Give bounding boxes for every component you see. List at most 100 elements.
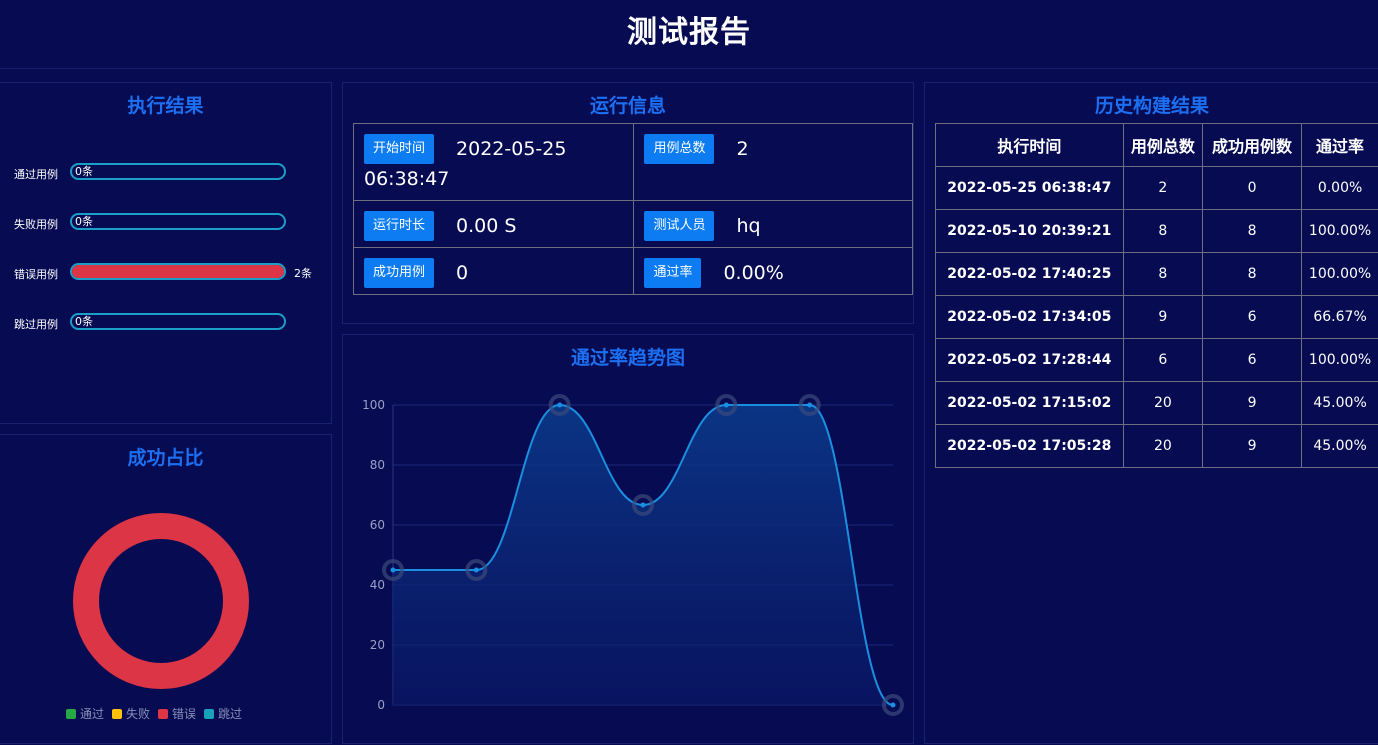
execution-row: 通过用例 0条 <box>0 163 330 185</box>
data-point[interactable] <box>891 703 896 708</box>
history-cell: 6 <box>1203 339 1302 382</box>
page-title: 测试报告 <box>0 0 1378 69</box>
y-tick-label: 100 <box>362 398 385 412</box>
table-row: 2022-05-02 17:40:2588100.00% <box>936 253 1378 296</box>
table-row: 2022-05-02 17:15:0220945.00% <box>936 382 1378 425</box>
legend-label: 跳过 <box>218 707 242 721</box>
progress-count: 0条 <box>75 215 93 228</box>
history-table: 执行时间用例总数成功用例数通过率2022-05-25 06:38:47200.0… <box>935 123 1378 468</box>
legend-label: 通过 <box>80 707 104 721</box>
history-cell: 8 <box>1123 253 1202 296</box>
donut-slice[interactable] <box>86 526 236 676</box>
tester-value: hq <box>736 215 760 237</box>
success-ratio-panel: 成功占比 通过 失败 错误 跳过 <box>0 434 332 744</box>
history-cell: 2022-05-02 17:28:44 <box>936 339 1124 382</box>
execution-row: 失败用例 0条 <box>0 213 330 235</box>
series-area <box>393 405 893 705</box>
progress-fill <box>72 265 284 278</box>
duration-badge: 运行时长 <box>364 211 434 241</box>
execution-row: 跳过用例0条 <box>0 313 330 335</box>
execution-progress-bar <box>70 263 286 280</box>
history-cell: 0 <box>1203 167 1302 210</box>
legend-swatch <box>112 709 122 719</box>
history-cell: 66.67% <box>1302 296 1378 339</box>
progress-count: 0条 <box>75 165 93 178</box>
case-total-badge: 用例总数 <box>644 134 714 164</box>
history-cell: 8 <box>1123 210 1202 253</box>
history-cell: 8 <box>1203 210 1302 253</box>
history-column-header: 成功用例数 <box>1203 124 1302 167</box>
table-row: 2022-05-02 17:05:2820945.00% <box>936 425 1378 468</box>
history-cell: 0.00% <box>1302 167 1378 210</box>
history-cell: 2 <box>1123 167 1202 210</box>
legend-item[interactable]: 通过 <box>66 707 104 721</box>
data-point[interactable] <box>641 502 646 507</box>
y-tick-label: 60 <box>370 518 385 532</box>
legend-swatch <box>158 709 168 719</box>
success-value: 0 <box>456 262 468 284</box>
data-point[interactable] <box>474 568 479 573</box>
progress-count: 0条 <box>75 315 93 328</box>
tester-badge: 测试人员 <box>644 211 714 241</box>
y-tick-label: 80 <box>370 458 385 472</box>
history-cell: 2022-05-02 17:40:25 <box>936 253 1124 296</box>
table-row: 2022-05-10 20:39:2188100.00% <box>936 210 1378 253</box>
history-cell: 8 <box>1203 253 1302 296</box>
execution-row: 错误用例 2条 <box>0 263 330 285</box>
run-info-panel: 运行信息 开始时间2022-05-25 06:38:47 用例总数2 运行时长0… <box>342 82 914 324</box>
history-cell: 9 <box>1123 296 1202 339</box>
history-header-row: 执行时间用例总数成功用例数通过率 <box>936 124 1378 167</box>
history-cell: 2022-05-02 17:15:02 <box>936 382 1124 425</box>
history-cell: 45.00% <box>1302 425 1378 468</box>
legend-label: 失败 <box>126 707 150 721</box>
run-info-table: 开始时间2022-05-25 06:38:47 用例总数2 运行时长0.00 S… <box>353 123 913 295</box>
history-cell: 20 <box>1123 382 1202 425</box>
data-point[interactable] <box>724 403 729 408</box>
history-cell: 2022-05-02 17:05:28 <box>936 425 1124 468</box>
run-info-title: 运行信息 <box>343 92 913 120</box>
history-cell: 9 <box>1203 382 1302 425</box>
history-cell: 100.00% <box>1302 253 1378 296</box>
execution-progress-bar: 0条 <box>70 213 286 230</box>
history-cell: 100.00% <box>1302 339 1378 382</box>
data-point[interactable] <box>391 568 396 573</box>
table-row: 2022-05-02 17:28:4466100.00% <box>936 339 1378 382</box>
execution-progress-bar: 0条 <box>70 313 286 330</box>
pass-rate-value: 0.00% <box>723 262 783 284</box>
data-point[interactable] <box>557 403 562 408</box>
history-column-header: 通过率 <box>1302 124 1378 167</box>
history-column-header: 用例总数 <box>1123 124 1202 167</box>
history-cell: 100.00% <box>1302 210 1378 253</box>
progress-count: 2条 <box>294 265 312 281</box>
y-tick-label: 20 <box>370 638 385 652</box>
execution-row-label: 失败用例 <box>14 216 58 232</box>
legend-item[interactable]: 失败 <box>112 707 150 721</box>
legend-item[interactable]: 错误 <box>158 707 196 721</box>
history-column-header: 执行时间 <box>936 124 1124 167</box>
trend-chart-title: 通过率趋势图 <box>343 344 913 372</box>
execution-row-label: 通过用例 <box>14 166 58 182</box>
trend-chart-panel: 通过率趋势图 0 20 40 60 80 100 <box>342 334 914 744</box>
history-cell: 6 <box>1203 296 1302 339</box>
case-total-value: 2 <box>736 138 748 160</box>
table-row: 2022-05-02 17:34:059666.67% <box>936 296 1378 339</box>
history-cell: 2022-05-25 06:38:47 <box>936 167 1124 210</box>
history-cell: 2022-05-10 20:39:21 <box>936 210 1124 253</box>
execution-result-title: 执行结果 <box>0 92 331 120</box>
history-cell: 20 <box>1123 425 1202 468</box>
success-ratio-donut <box>0 475 333 705</box>
legend-label: 错误 <box>172 707 196 721</box>
table-row: 2022-05-25 06:38:47200.00% <box>936 167 1378 210</box>
y-tick-label: 40 <box>370 578 385 592</box>
execution-row-label: 错误用例 <box>14 266 58 282</box>
y-tick-label: 0 <box>377 698 385 712</box>
pass-rate-badge: 通过率 <box>644 258 701 288</box>
execution-result-panel: 执行结果 通过用例0条失败用例0条错误用例2条跳过用例0条 <box>0 82 332 424</box>
success-badge: 成功用例 <box>364 258 434 288</box>
donut-legend[interactable]: 通过 失败 错误 跳过 <box>66 705 250 722</box>
execution-progress-bar: 0条 <box>70 163 286 180</box>
success-ratio-title: 成功占比 <box>0 444 331 472</box>
data-point[interactable] <box>807 403 812 408</box>
pass-rate-trend-chart[interactable]: 0 20 40 60 80 100 <box>343 375 915 745</box>
legend-item[interactable]: 跳过 <box>204 707 242 721</box>
